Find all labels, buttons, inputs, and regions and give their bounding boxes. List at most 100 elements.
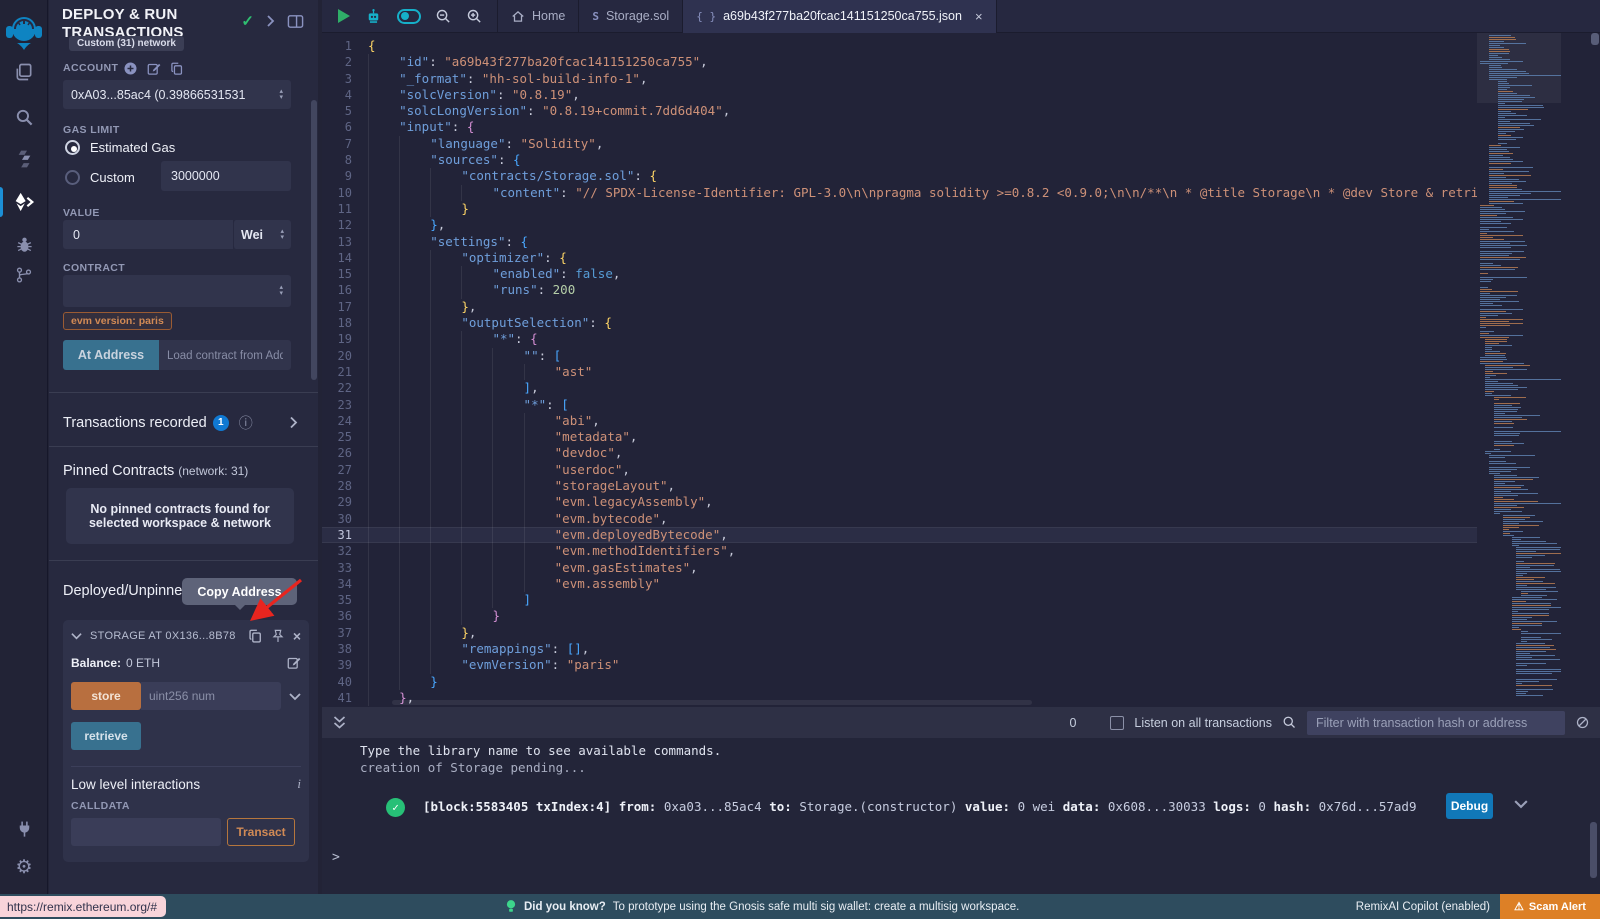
code-line-31[interactable]: 31 "evm.deployedBytecode", <box>322 527 1477 543</box>
code-line-38[interactable]: 38 "remappings": [], <box>322 641 1477 657</box>
code-line-36[interactable]: 36 } <box>322 608 1477 624</box>
sign-message-icon[interactable] <box>147 62 161 76</box>
rail-search[interactable] <box>0 100 48 134</box>
at-address-button[interactable]: At Address <box>63 340 159 370</box>
code-line-2[interactable]: 2 "id": "a69b43f277ba20fcac141151250ca75… <box>322 54 1477 70</box>
rail-deploy-run[interactable] <box>0 185 48 219</box>
collapse-terminal-icon[interactable] <box>333 716 346 730</box>
close-tab-icon[interactable]: × <box>975 9 983 24</box>
at-address-input[interactable] <box>159 340 291 370</box>
value-unit-select[interactable]: Wei ▴▾ <box>233 220 291 249</box>
contract-select[interactable]: ▴▾ <box>63 275 291 307</box>
code-line-22[interactable]: 22 ], <box>322 380 1477 396</box>
code-line-12[interactable]: 12 }, <box>322 217 1477 233</box>
code-line-27[interactable]: 27 "userdoc", <box>322 462 1477 478</box>
code-line-8[interactable]: 8 "sources": { <box>322 152 1477 168</box>
debug-button[interactable]: Debug <box>1446 793 1493 819</box>
chevron-right-icon[interactable] <box>266 15 275 27</box>
code-line-37[interactable]: 37 }, <box>322 625 1477 641</box>
code-line-16[interactable]: 16 "runs": 200 <box>322 282 1477 298</box>
code-line-23[interactable]: 23 "*": [ <box>322 397 1477 413</box>
store-button[interactable]: store <box>71 682 141 710</box>
clear-console-icon[interactable] <box>1575 715 1590 730</box>
code-line-13[interactable]: 13 "settings": { <box>322 234 1477 250</box>
copilot-toggle[interactable] <box>397 9 421 24</box>
custom-gas-radio[interactable] <box>65 170 80 185</box>
scam-alert-button[interactable]: ⚠ Scam Alert <box>1500 894 1600 919</box>
panel-scrollbar[interactable] <box>311 100 317 380</box>
copilot-status[interactable]: RemixAI Copilot (enabled) <box>1356 894 1490 919</box>
pin-panel-icon[interactable] <box>287 14 304 29</box>
code-line-35[interactable]: 35 ] <box>322 592 1477 608</box>
rail-remix-logo[interactable] <box>0 6 48 40</box>
code-editor[interactable]: 1{2 "id": "a69b43f277ba20fcac141151250ca… <box>322 33 1477 707</box>
code-line-19[interactable]: 19 "*": { <box>322 331 1477 347</box>
transaction-log-row[interactable]: ✓ [block:5583405 txIndex:4] from: 0xa03.… <box>386 797 1416 817</box>
code-line-17[interactable]: 17 }, <box>322 299 1477 315</box>
code-line-26[interactable]: 26 "devdoc", <box>322 445 1477 461</box>
terminal-filter-input[interactable] <box>1307 711 1565 735</box>
code-line-6[interactable]: 6 "input": { <box>322 119 1477 135</box>
tab-Home[interactable]: Home <box>497 0 579 33</box>
code-line-3[interactable]: 3 "_format": "hh-sol-build-info-1", <box>322 71 1477 87</box>
code-line-25[interactable]: 25 "metadata", <box>322 429 1477 445</box>
code-line-33[interactable]: 33 "evm.gasEstimates", <box>322 560 1477 576</box>
code-line-32[interactable]: 32 "evm.methodIdentifiers", <box>322 543 1477 559</box>
code-line-14[interactable]: 14 "optimizer": { <box>322 250 1477 266</box>
calldata-input[interactable] <box>71 818 221 846</box>
run-script-icon[interactable] <box>338 9 350 23</box>
low-level-info-icon[interactable]: i <box>297 776 301 792</box>
transact-button[interactable]: Transact <box>227 818 295 846</box>
code-line-29[interactable]: 29 "evm.legacyAssembly", <box>322 494 1477 510</box>
code-line-1[interactable]: 1{ <box>322 38 1477 54</box>
copy-address-icon[interactable] <box>248 629 263 644</box>
terminal-prompt[interactable]: > <box>332 850 340 865</box>
edit-balance-icon[interactable] <box>287 656 301 670</box>
listen-all-checkbox[interactable] <box>1110 716 1124 730</box>
zoom-out-icon[interactable] <box>435 8 452 25</box>
rail-solidity-compiler[interactable] <box>0 142 48 176</box>
code-line-30[interactable]: 30 "evm.bytecode", <box>322 511 1477 527</box>
code-line-5[interactable]: 5 "solcLongVersion": "0.8.19+commit.7dd6… <box>322 103 1477 119</box>
code-line-18[interactable]: 18 "outputSelection": { <box>322 315 1477 331</box>
code-line-7[interactable]: 7 "language": "Solidity", <box>322 136 1477 152</box>
rail-debugger[interactable] <box>0 228 48 262</box>
info-icon[interactable]: ⓘ <box>239 413 253 433</box>
editor-horizontal-scrollbar[interactable] <box>392 700 1032 705</box>
collapse-contract-icon[interactable] <box>71 632 82 640</box>
contract-instance-title[interactable]: STORAGE AT 0X136...8B78 <box>90 630 240 642</box>
zoom-in-icon[interactable] <box>466 8 483 25</box>
value-input[interactable] <box>63 220 233 249</box>
rail-file-explorer[interactable] <box>0 55 48 89</box>
editor-vertical-scrollbar[interactable] <box>1590 33 1600 700</box>
code-line-40[interactable]: 40 } <box>322 674 1477 690</box>
account-select[interactable]: 0xA03...85ac4 (0.39866531531 ▴▾ <box>63 80 291 109</box>
custom-gas-input[interactable] <box>161 161 291 191</box>
retrieve-button[interactable]: retrieve <box>71 722 141 750</box>
code-line-28[interactable]: 28 "storageLayout", <box>322 478 1477 494</box>
code-line-39[interactable]: 39 "evmVersion": "paris" <box>322 657 1477 673</box>
minimap[interactable] <box>1477 33 1561 700</box>
code-line-15[interactable]: 15 "enabled": false, <box>322 266 1477 282</box>
code-line-34[interactable]: 34 "evm.assembly" <box>322 576 1477 592</box>
tab-Storage.sol[interactable]: SStorage.sol <box>579 0 683 33</box>
create-account-icon[interactable] <box>123 61 138 76</box>
terminal-scrollbar[interactable] <box>1590 822 1597 878</box>
code-line-11[interactable]: 11 } <box>322 201 1477 217</box>
expand-log-icon[interactable] <box>1514 799 1528 809</box>
code-line-20[interactable]: 20 "": [ <box>322 348 1477 364</box>
estimated-gas-radio[interactable] <box>65 140 80 155</box>
rail-source-control[interactable] <box>0 258 48 292</box>
remove-contract-icon[interactable]: × <box>293 628 301 644</box>
expand-transactions-icon[interactable] <box>289 416 298 429</box>
rail-settings-gear[interactable]: ⚙ <box>0 850 48 884</box>
tab-a69b43f277ba20fcac141151250ca755.json[interactable]: { }a69b43f277ba20fcac141151250ca755.json… <box>683 0 996 33</box>
store-arg-input[interactable] <box>141 682 281 710</box>
expand-args-icon[interactable] <box>289 692 301 701</box>
ai-assistant-icon[interactable] <box>364 7 383 26</box>
code-line-9[interactable]: 9 "contracts/Storage.sol": { <box>322 168 1477 184</box>
code-line-21[interactable]: 21 "ast" <box>322 364 1477 380</box>
copy-account-icon[interactable] <box>170 62 184 76</box>
rail-plugin-plug[interactable] <box>0 812 48 846</box>
code-line-10[interactable]: 10 "content": "// SPDX-License-Identifie… <box>322 185 1477 201</box>
